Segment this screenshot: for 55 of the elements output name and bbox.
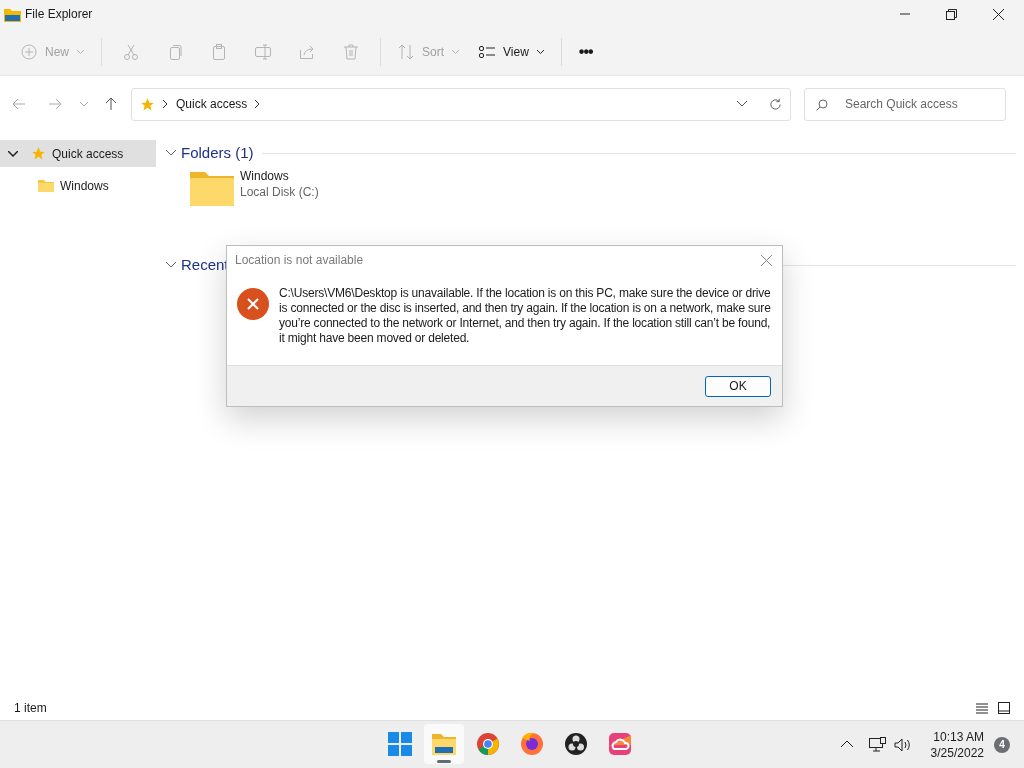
folder-name[interactable]: Windows [240, 168, 319, 184]
ok-button[interactable]: OK [705, 375, 771, 397]
view-icon [479, 43, 496, 60]
star-icon [31, 146, 46, 161]
chevron-right-icon[interactable] [255, 100, 261, 108]
status-text: 1 item [14, 700, 47, 717]
network-icon[interactable] [868, 737, 886, 752]
folder-icon [4, 6, 21, 22]
address-bar[interactable]: Quick access [131, 87, 791, 121]
group-header[interactable]: Folders (1) [181, 141, 254, 165]
clock-date[interactable]: 3/25/2022 [930, 744, 984, 761]
folder-icon [38, 179, 54, 192]
sort-icon [398, 43, 414, 60]
chevron-down-icon[interactable] [166, 262, 176, 268]
back-arrow-icon[interactable] [12, 98, 26, 110]
breadcrumb-item[interactable]: Quick access [176, 95, 248, 113]
trash-icon [343, 43, 359, 60]
star-icon [140, 96, 155, 112]
browser-icon [474, 730, 502, 758]
chevron-down-icon[interactable] [166, 150, 176, 156]
scissors-icon [123, 43, 139, 60]
error-icon [237, 288, 269, 320]
sidebar-item[interactable]: Quick access [0, 140, 156, 167]
window-title: File Explorer [25, 6, 93, 23]
preview-view-icon[interactable] [998, 702, 1010, 714]
refresh-icon[interactable] [769, 97, 782, 111]
speaker-icon[interactable] [893, 737, 911, 752]
dialog-title: Location is not available [235, 252, 364, 269]
copy-icon [167, 43, 183, 60]
search-icon [816, 98, 828, 111]
plus-icon [21, 43, 37, 60]
rename-icon [255, 43, 271, 60]
chevron-up-icon[interactable] [840, 741, 853, 748]
clock-time[interactable]: 10:13 AM [933, 728, 984, 745]
search-field[interactable]: Search Quick access [804, 87, 1006, 121]
notification-badge[interactable]: 4 [994, 736, 1010, 753]
cloud-app-icon [606, 730, 634, 758]
fox-icon [518, 730, 546, 758]
up-arrow-icon[interactable] [105, 97, 117, 111]
more-button[interactable]: ••• [569, 33, 602, 70]
folder-detail: Local Disk (C:) [240, 184, 319, 200]
sidebar-item[interactable]: Windows [0, 172, 156, 199]
share-icon [299, 43, 315, 60]
close-icon[interactable] [993, 8, 1004, 20]
chevron-down-icon[interactable] [737, 101, 747, 107]
windows-logo-icon [386, 730, 414, 758]
error-message: C:\Users\VM6\Desktop is unavailable. If the location is on this PC, make sure the device or drive is connected or the disc is inserted, and then try again. If the location is on a network, make sure you’re connected to the network or Internet, and then try again. If the location still can’t be found, it might have been moved or deleted. [279, 286, 772, 347]
toolbar-button[interactable]: View [470, 33, 553, 70]
chevron-down-icon [8, 150, 18, 157]
ring-icon [562, 730, 590, 758]
details-view-icon[interactable] [976, 702, 988, 714]
clipboard-icon [211, 43, 227, 60]
maximize-icon[interactable] [946, 8, 957, 20]
chevron-right-icon [163, 100, 168, 108]
forward-arrow-icon[interactable] [48, 98, 62, 110]
